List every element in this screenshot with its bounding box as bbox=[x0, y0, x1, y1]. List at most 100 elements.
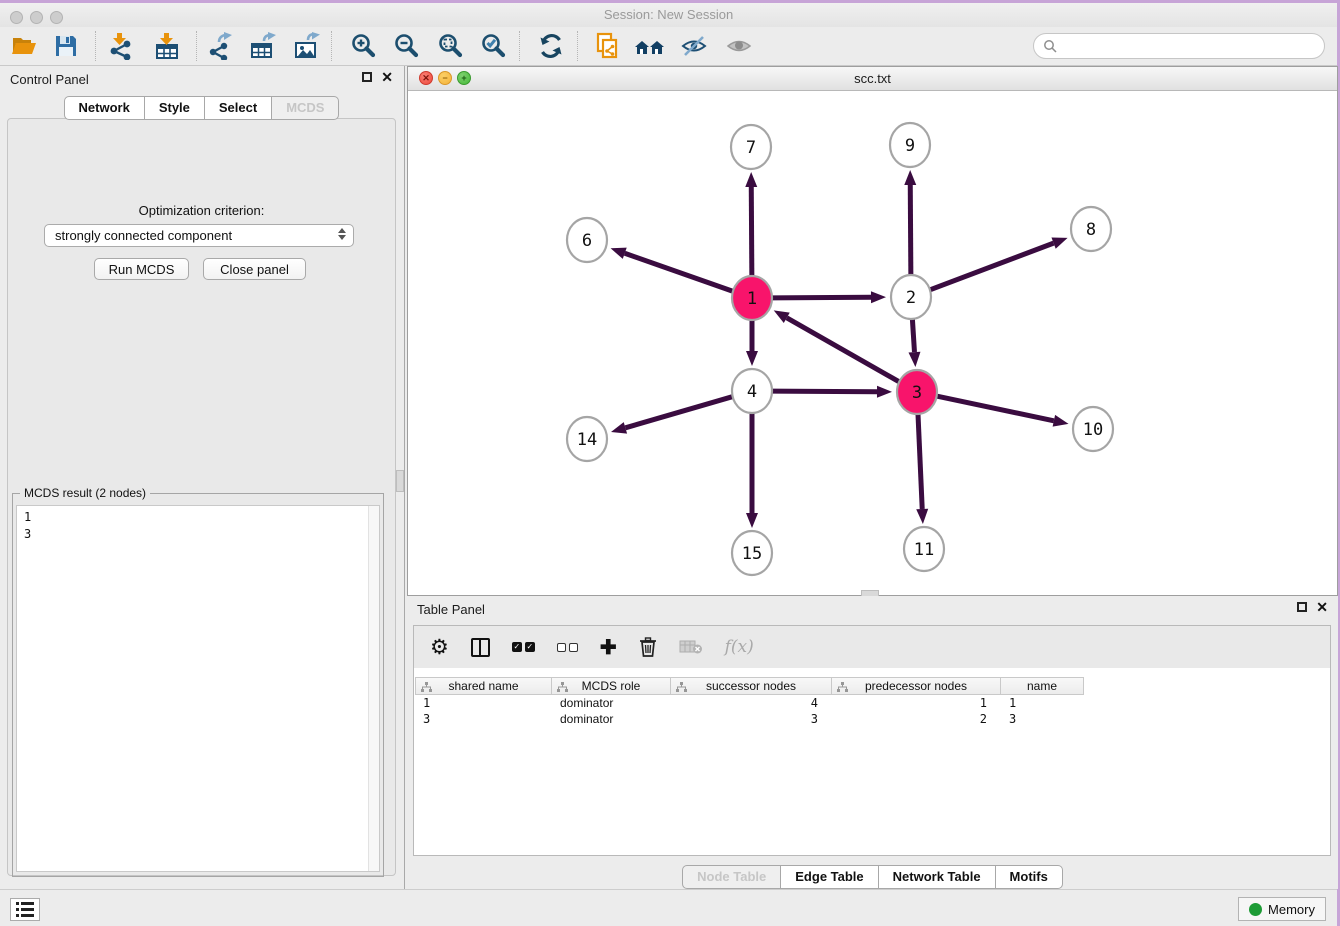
table-panel: Table Panel ✕ ⚙ ✓✓ ✚ f(x) shared name MCD… bbox=[407, 596, 1338, 889]
first-neighbors-icon[interactable] bbox=[634, 30, 666, 62]
refresh-icon[interactable] bbox=[535, 30, 567, 62]
graph-node-label: 10 bbox=[1083, 420, 1103, 440]
show-columns-icon[interactable] bbox=[471, 638, 490, 657]
export-table-icon[interactable] bbox=[247, 30, 279, 62]
window-zoom-button[interactable] bbox=[50, 11, 63, 24]
optimization-criterion-select[interactable]: strongly connected component bbox=[44, 224, 354, 247]
column-header-label: name bbox=[1027, 679, 1057, 693]
show-all-icon[interactable] bbox=[723, 30, 755, 62]
result-scrollbar[interactable] bbox=[368, 506, 379, 871]
graph-node-label: 9 bbox=[905, 136, 915, 156]
zoom-out-icon[interactable] bbox=[391, 30, 423, 62]
save-session-icon[interactable] bbox=[50, 30, 82, 62]
graph-edge-1-6[interactable] bbox=[625, 253, 733, 291]
window-close-button[interactable] bbox=[10, 11, 23, 24]
network-canvas[interactable]: 7968124314101511 bbox=[408, 91, 1337, 595]
task-history-button[interactable] bbox=[10, 898, 40, 921]
tab-mcds[interactable]: MCDS bbox=[271, 96, 339, 120]
mcds-result-textarea[interactable]: 1 3 bbox=[16, 505, 380, 872]
column-header-name[interactable]: name bbox=[1001, 677, 1084, 695]
table-tab-node-table[interactable]: Node Table bbox=[682, 865, 781, 889]
graph-node-label: 15 bbox=[742, 544, 762, 564]
network-close-button[interactable]: ✕ bbox=[419, 71, 433, 85]
tab-select[interactable]: Select bbox=[204, 96, 272, 120]
add-icon[interactable]: ✚ bbox=[600, 635, 617, 660]
graph-edge-2-3[interactable] bbox=[912, 317, 914, 352]
close-table-panel-icon[interactable]: ✕ bbox=[1316, 602, 1328, 612]
zoom-in-icon[interactable] bbox=[348, 30, 380, 62]
table-cell: 1 bbox=[1001, 695, 1084, 711]
graph-node-label: 11 bbox=[914, 540, 934, 560]
table-header-row: shared name MCDS role successor nodes prede… bbox=[415, 677, 1084, 695]
table-row[interactable]: 3dominator323 bbox=[415, 711, 1084, 727]
open-file-icon[interactable] bbox=[8, 30, 40, 62]
graph-edge-2-9[interactable] bbox=[910, 185, 911, 277]
tab-network[interactable]: Network bbox=[64, 96, 145, 120]
import-network-icon[interactable] bbox=[104, 30, 136, 62]
function-builder-icon: f(x) bbox=[725, 637, 754, 657]
graph-edge-3-1[interactable] bbox=[787, 318, 900, 382]
vertical-splitter-grip[interactable] bbox=[396, 470, 404, 492]
delete-icon[interactable] bbox=[639, 637, 657, 657]
task-list-icon bbox=[16, 902, 34, 917]
close-panel-icon[interactable]: ✕ bbox=[381, 72, 393, 82]
export-image-icon[interactable] bbox=[291, 30, 323, 62]
graph-edge-1-2[interactable] bbox=[772, 297, 871, 298]
float-panel-icon[interactable] bbox=[362, 72, 372, 82]
graph-edge-1-7[interactable] bbox=[751, 187, 752, 278]
duplicate-network-icon[interactable] bbox=[591, 30, 623, 62]
graph-edge-3-11[interactable] bbox=[918, 412, 922, 509]
graph-arrowhead bbox=[1053, 415, 1069, 427]
graph-node-label: 4 bbox=[747, 382, 757, 402]
column-header-MCDS-role[interactable]: MCDS role bbox=[552, 677, 671, 695]
toolbar-separator bbox=[196, 31, 197, 61]
run-mcds-button[interactable]: Run MCDS bbox=[94, 258, 189, 280]
column-hierarchy-icon bbox=[837, 682, 848, 696]
memory-label: Memory bbox=[1268, 902, 1315, 917]
table-tab-motifs[interactable]: Motifs bbox=[995, 865, 1063, 889]
column-header-shared-name[interactable]: shared name bbox=[415, 677, 552, 695]
close-panel-button[interactable]: Close panel bbox=[203, 258, 306, 280]
table-panel-header: Table Panel ✕ bbox=[407, 596, 1338, 622]
zoom-selected-icon[interactable] bbox=[478, 30, 510, 62]
window-minimize-button[interactable] bbox=[30, 11, 43, 24]
graph-edge-4-3[interactable] bbox=[772, 391, 877, 392]
table-settings-icon[interactable]: ⚙ bbox=[430, 635, 449, 659]
zoom-fit-icon[interactable] bbox=[435, 30, 467, 62]
table-cell: 3 bbox=[1001, 711, 1084, 727]
table-row[interactable]: 1dominator411 bbox=[415, 695, 1084, 711]
graph-edge-4-14[interactable] bbox=[625, 397, 732, 428]
table-cell: 1 bbox=[832, 695, 1001, 711]
graph-arrowhead bbox=[746, 513, 758, 528]
column-header-label: MCDS role bbox=[582, 679, 641, 693]
graph-arrowhead bbox=[774, 310, 790, 323]
search-icon bbox=[1043, 39, 1057, 53]
deselect-all-icon[interactable] bbox=[557, 643, 578, 652]
hide-selected-icon[interactable] bbox=[678, 30, 710, 62]
graph-node-label: 14 bbox=[577, 430, 597, 450]
graph-edge-3-10[interactable] bbox=[937, 396, 1054, 421]
control-panel-header: Control Panel ✕ bbox=[0, 66, 403, 92]
select-all-icon[interactable]: ✓✓ bbox=[512, 642, 535, 652]
export-network-icon[interactable] bbox=[204, 30, 236, 62]
search-input[interactable] bbox=[1033, 33, 1325, 59]
status-bar: Memory bbox=[0, 889, 1337, 926]
column-header-predecessor-nodes[interactable]: predecessor nodes bbox=[832, 677, 1001, 695]
column-header-successor-nodes[interactable]: successor nodes bbox=[671, 677, 832, 695]
import-table-icon[interactable] bbox=[151, 30, 183, 62]
memory-button[interactable]: Memory bbox=[1238, 897, 1326, 921]
network-minimize-button[interactable]: − bbox=[438, 71, 452, 85]
graph-arrowhead bbox=[916, 509, 928, 524]
memory-status-dot bbox=[1249, 903, 1262, 916]
graph-arrowhead bbox=[611, 422, 627, 434]
graph-arrowhead bbox=[746, 351, 758, 366]
column-header-label: successor nodes bbox=[706, 679, 796, 693]
table-tab-network-table[interactable]: Network Table bbox=[878, 865, 996, 889]
float-table-panel-icon[interactable] bbox=[1297, 602, 1307, 612]
tab-style[interactable]: Style bbox=[144, 96, 205, 120]
graph-edge-2-8[interactable] bbox=[930, 243, 1054, 290]
table-tab-edge-table[interactable]: Edge Table bbox=[780, 865, 878, 889]
toolbar-separator bbox=[519, 31, 520, 61]
table-body: 1dominator4113dominator323 bbox=[415, 695, 1084, 727]
network-maximize-button[interactable]: + bbox=[457, 71, 471, 85]
